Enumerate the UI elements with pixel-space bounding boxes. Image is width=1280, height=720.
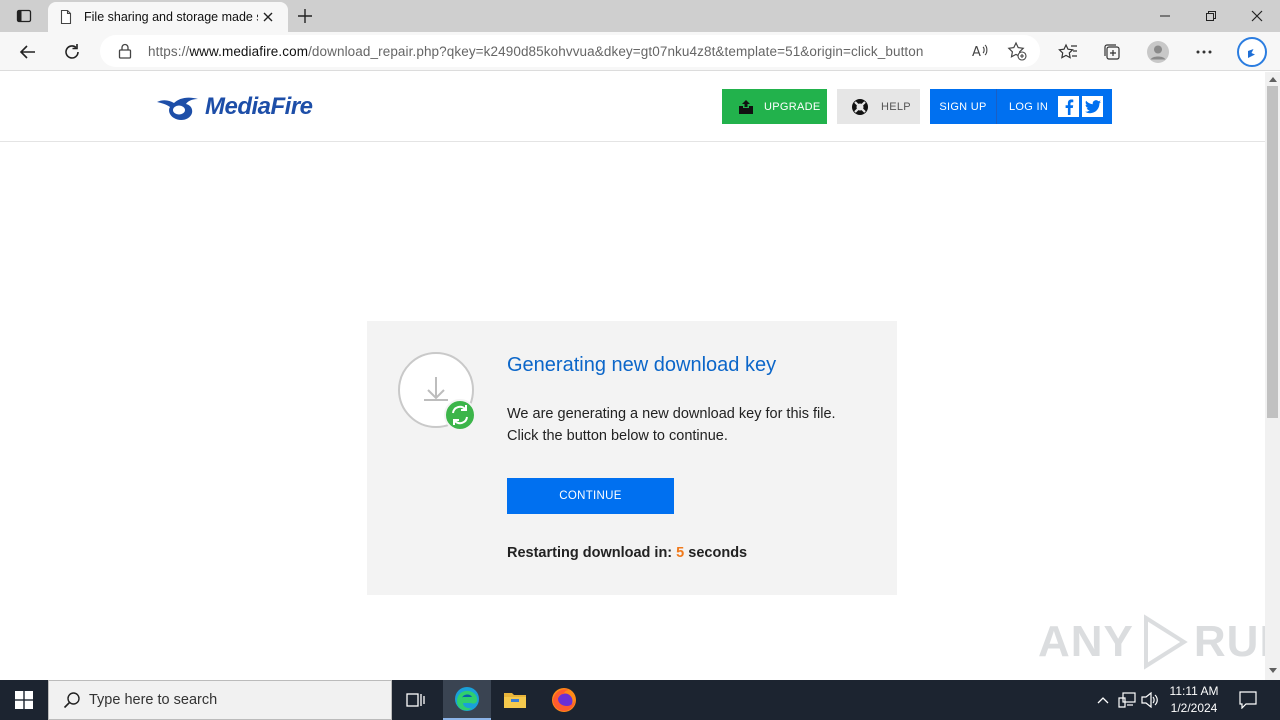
search-icon	[63, 691, 81, 709]
browser-tab-active[interactable]: File sharing and storage made simple	[48, 2, 288, 32]
upgrade-box-icon	[738, 99, 754, 115]
firefox-icon[interactable]	[540, 680, 588, 720]
close-window-icon[interactable]	[1234, 0, 1280, 32]
download-key-card: Generating new download key We are gener…	[367, 321, 897, 595]
read-aloud-icon[interactable]: A	[970, 41, 992, 61]
network-icon[interactable]	[1117, 680, 1137, 720]
restart-prefix: Restarting download in:	[507, 545, 673, 561]
restart-count: 5	[676, 545, 685, 561]
help-label: HELP	[881, 100, 911, 113]
address-bar[interactable]: https://www.mediafire.com/download_repai…	[100, 35, 1040, 67]
vertical-scrollbar[interactable]	[1265, 72, 1280, 680]
tab-close-icon[interactable]	[258, 7, 278, 27]
logo-text: MediaFire	[205, 93, 313, 120]
page-viewport: MediaFire UPGRADE HELP SIGN UP LOG IN Ge…	[0, 72, 1265, 680]
facebook-icon[interactable]	[1058, 96, 1079, 117]
sign-up-button[interactable]: SIGN UP	[930, 89, 997, 124]
scroll-down-icon[interactable]	[1268, 666, 1277, 675]
scroll-up-icon[interactable]	[1268, 75, 1277, 84]
mediafire-flame-icon	[157, 97, 198, 121]
new-tab-icon[interactable]	[292, 4, 318, 28]
tab-title: File sharing and storage made simple	[84, 10, 258, 24]
lock-icon[interactable]	[118, 43, 134, 59]
scrollbar-thumb[interactable]	[1267, 86, 1278, 418]
svg-text:A: A	[972, 45, 981, 59]
more-options-icon[interactable]	[1189, 37, 1219, 67]
refresh-icon[interactable]	[57, 37, 87, 67]
upgrade-label: UPGRADE	[764, 100, 821, 113]
lifebuoy-icon	[851, 98, 869, 116]
restart-countdown: Restarting download in: 5 seconds	[507, 545, 747, 561]
windows-taskbar: Type here to search 11:11 AM 1/2/2024	[0, 680, 1280, 720]
tab-actions-icon[interactable]	[8, 4, 40, 28]
task-view-icon[interactable]	[392, 680, 440, 720]
clock-time: 11:11 AM	[1169, 684, 1219, 698]
url-domain: www.mediafire.com	[189, 43, 309, 59]
url-scheme: https://	[148, 43, 190, 59]
twitter-icon[interactable]	[1082, 96, 1103, 117]
card-message-line2: Click the button below to continue.	[507, 428, 728, 444]
site-header: MediaFire UPGRADE HELP SIGN UP LOG IN	[0, 72, 1265, 142]
search-placeholder: Type here to search	[89, 692, 218, 708]
anyrun-watermark: ANY RUN	[1038, 612, 1265, 672]
add-favorite-icon[interactable]	[1006, 41, 1028, 61]
mediafire-logo[interactable]: MediaFire	[155, 91, 313, 123]
url-text[interactable]: https://www.mediafire.com/download_repai…	[148, 44, 958, 59]
favorites-icon[interactable]	[1053, 37, 1083, 67]
clock-date: 1/2/2024	[1170, 701, 1218, 715]
volume-icon[interactable]	[1140, 680, 1160, 720]
restart-suffix: seconds	[688, 545, 748, 561]
watermark-play-icon	[1143, 614, 1188, 670]
notifications-icon[interactable]	[1234, 680, 1262, 720]
show-hidden-icons-icon[interactable]	[1093, 680, 1113, 720]
download-regenerate-icon	[398, 352, 476, 431]
bing-copilot-icon[interactable]	[1236, 37, 1268, 67]
continue-button[interactable]: CONTINUE	[507, 478, 674, 514]
profile-avatar-icon[interactable]	[1143, 37, 1173, 67]
system-clock[interactable]: 11:11 AM 1/2/2024	[1160, 683, 1228, 717]
file-explorer-icon[interactable]	[491, 680, 539, 720]
browser-tab-bar: File sharing and storage made simple	[0, 0, 1280, 32]
minimize-icon[interactable]	[1142, 0, 1188, 32]
windows-start-icon[interactable]	[0, 680, 48, 720]
browser-toolbar: https://www.mediafire.com/download_repai…	[0, 32, 1280, 71]
back-icon[interactable]	[13, 37, 43, 67]
restore-icon[interactable]	[1188, 0, 1234, 32]
card-message: We are generating a new download key for…	[507, 403, 836, 447]
taskbar-search-box[interactable]: Type here to search	[48, 680, 392, 720]
edge-taskbar-icon[interactable]	[443, 680, 491, 720]
card-message-line1: We are generating a new download key for…	[507, 406, 836, 422]
card-heading: Generating new download key	[507, 354, 777, 376]
watermark-text-left: ANY	[1038, 617, 1134, 666]
auth-button-group: SIGN UP LOG IN	[930, 89, 1112, 124]
watermark-text-right: RUN	[1193, 617, 1265, 666]
page-favicon-icon	[58, 9, 74, 25]
upgrade-button[interactable]: UPGRADE	[722, 89, 827, 124]
log-in-button[interactable]: LOG IN	[997, 101, 1048, 113]
collections-icon[interactable]	[1097, 37, 1127, 67]
url-path: /download_repair.php?qkey=k2490d85kohvvu…	[308, 43, 924, 59]
help-button[interactable]: HELP	[837, 89, 920, 124]
